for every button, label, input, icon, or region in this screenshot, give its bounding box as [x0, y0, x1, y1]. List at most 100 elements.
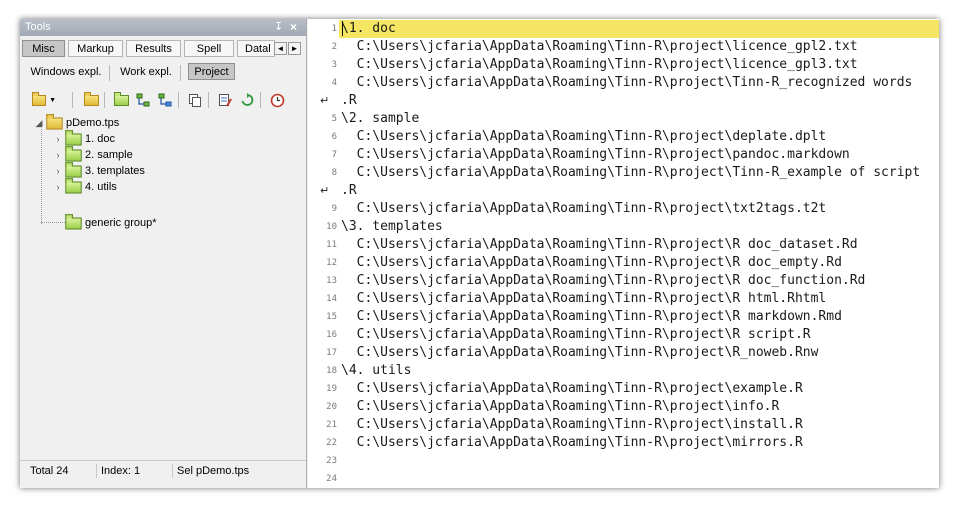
- collapse-icon[interactable]: ◢: [34, 118, 44, 129]
- code-line[interactable]: \2. sample: [341, 110, 419, 128]
- line-number: 13: [326, 276, 337, 286]
- tree-root[interactable]: ◢ pDemo.tps: [34, 113, 120, 131]
- line-number: 21: [326, 420, 337, 430]
- remove-group-icon[interactable]: [156, 91, 174, 109]
- project-tree: ◢ pDemo.tps › 1. doc › 2. sample › 3. te…: [20, 113, 306, 461]
- line-number: 9: [331, 204, 337, 214]
- expand-icon[interactable]: ›: [53, 150, 63, 160]
- tree-item-label: 3. templates: [85, 165, 145, 177]
- tab-scroll-right-icon[interactable]: ►: [288, 42, 301, 55]
- tab-spell[interactable]: Spell: [184, 40, 234, 57]
- status-total: Total 24: [30, 465, 69, 477]
- folder-icon: [46, 113, 63, 130]
- line-number-gutter: 1 2 3 4 ↵ 5 6 7 8 ↵ 9 10 11 12 13 14 15 16 17 18 19 20 21 22 23 2…: [308, 19, 339, 488]
- line-number: 8: [331, 168, 337, 178]
- tree-item-label: 4. utils: [85, 181, 117, 193]
- folder-icon[interactable]: [82, 91, 100, 109]
- code-line[interactable]: .R: [341, 92, 357, 110]
- tab-windows-explorer[interactable]: Windows expl.: [26, 63, 106, 80]
- divider: [180, 65, 181, 81]
- group-folder-icon: [65, 213, 82, 230]
- expand-icon[interactable]: ›: [53, 134, 63, 144]
- add-group-icon[interactable]: [134, 91, 152, 109]
- code-editor[interactable]: 1 2 3 4 ↵ 5 6 7 8 ↵ 9 10 11 12 13 14 15 16 17 18 19 20 21 22 23 2…: [308, 19, 939, 488]
- line-number: 17: [326, 348, 337, 358]
- divider: [72, 92, 73, 108]
- code-line[interactable]: C:\Users\jcfaria\AppData\Roaming\Tinn-R\…: [341, 416, 803, 434]
- code-line[interactable]: C:\Users\jcfaria\AppData\Roaming\Tinn-R\…: [341, 200, 827, 218]
- tree-item-sample[interactable]: › 2. sample: [53, 145, 133, 163]
- line-number: 14: [326, 294, 337, 304]
- tab-data[interactable]: Datal: [237, 40, 275, 57]
- tools-tabs: Misc Markup Results Spell Datal ◄ ►: [20, 38, 306, 60]
- misc-subtabs: Windows expl. Work expl. Project: [20, 61, 306, 83]
- tab-project[interactable]: Project: [188, 63, 235, 80]
- code-line[interactable]: C:\Users\jcfaria\AppData\Roaming\Tinn-R\…: [341, 326, 811, 344]
- tools-statusbar: Total 24 Index: 1 Sel pDemo.tps: [20, 460, 306, 481]
- code-line[interactable]: .R: [341, 182, 357, 200]
- tree-item-utils[interactable]: › 4. utils: [53, 177, 117, 195]
- tree-item-templates[interactable]: › 3. templates: [53, 161, 145, 179]
- current-line-highlight: [339, 20, 939, 38]
- code-line[interactable]: C:\Users\jcfaria\AppData\Roaming\Tinn-R\…: [341, 434, 803, 452]
- code-line[interactable]: \4. utils: [341, 362, 411, 380]
- code-line[interactable]: C:\Users\jcfaria\AppData\Roaming\Tinn-R\…: [341, 380, 803, 398]
- divider: [109, 65, 110, 81]
- expand-icon[interactable]: ›: [53, 182, 63, 192]
- divider: [208, 92, 209, 108]
- tab-results[interactable]: Results: [126, 40, 181, 57]
- tab-markup[interactable]: Markup: [68, 40, 123, 57]
- group-folder-icon: [65, 161, 82, 178]
- line-number: 4: [331, 78, 337, 88]
- line-number: 15: [326, 312, 337, 322]
- code-line[interactable]: \1. doc: [341, 20, 396, 38]
- tools-titlebar: Tools ↧ ×: [20, 19, 306, 36]
- code-line[interactable]: C:\Users\jcfaria\AppData\Roaming\Tinn-R\…: [341, 74, 913, 92]
- pin-icon[interactable]: ↧: [274, 20, 283, 33]
- line-number: 7: [331, 150, 337, 160]
- tools-title: Tools: [25, 21, 51, 33]
- tools-panel: Tools ↧ × Misc Markup Results Spell Data…: [20, 19, 307, 488]
- tree-item-label: 2. sample: [85, 149, 133, 161]
- code-line[interactable]: C:\Users\jcfaria\AppData\Roaming\Tinn-R\…: [341, 290, 827, 308]
- code-line[interactable]: C:\Users\jcfaria\AppData\Roaming\Tinn-R\…: [341, 38, 858, 56]
- tree-item-doc[interactable]: › 1. doc: [53, 129, 115, 147]
- code-line[interactable]: C:\Users\jcfaria\AppData\Roaming\Tinn-R\…: [341, 344, 819, 362]
- code-line[interactable]: \3. templates: [341, 218, 443, 236]
- code-line[interactable]: C:\Users\jcfaria\AppData\Roaming\Tinn-R\…: [341, 308, 842, 326]
- code-line[interactable]: C:\Users\jcfaria\AppData\Roaming\Tinn-R\…: [341, 146, 850, 164]
- tree-root-label: pDemo.tps: [66, 117, 120, 129]
- edit-icon[interactable]: [216, 91, 234, 109]
- line-number: 19: [326, 384, 337, 394]
- line-number: 24: [326, 474, 337, 484]
- open-project-icon[interactable]: ▼: [32, 91, 56, 109]
- tab-work-explorer[interactable]: Work expl.: [116, 63, 176, 80]
- line-number: 1: [331, 24, 337, 34]
- wrap-marker-icon: ↵: [320, 184, 330, 197]
- code-line[interactable]: C:\Users\jcfaria\AppData\Roaming\Tinn-R\…: [341, 164, 921, 182]
- close-icon[interactable]: ×: [290, 20, 297, 34]
- copy-icon[interactable]: [186, 91, 204, 109]
- refresh-icon[interactable]: [238, 91, 256, 109]
- tab-misc[interactable]: Misc: [22, 40, 65, 57]
- history-icon[interactable]: [268, 91, 286, 109]
- status-selection: Sel pDemo.tps: [172, 464, 297, 478]
- new-folder-icon[interactable]: [112, 91, 130, 109]
- tree-item-label: generic group*: [85, 217, 157, 229]
- line-number: 11: [326, 240, 337, 250]
- tab-scroll-left-icon[interactable]: ◄: [274, 42, 287, 55]
- code-line[interactable]: C:\Users\jcfaria\AppData\Roaming\Tinn-R\…: [341, 272, 866, 290]
- wrap-marker-icon: ↵: [320, 94, 330, 107]
- code-line[interactable]: C:\Users\jcfaria\AppData\Roaming\Tinn-R\…: [341, 254, 842, 272]
- divider: [178, 92, 179, 108]
- code-line[interactable]: C:\Users\jcfaria\AppData\Roaming\Tinn-R\…: [341, 236, 858, 254]
- expand-icon[interactable]: ›: [53, 166, 63, 176]
- line-number: 18: [326, 366, 337, 376]
- line-number: 12: [326, 258, 337, 268]
- code-line[interactable]: C:\Users\jcfaria\AppData\Roaming\Tinn-R\…: [341, 56, 858, 74]
- group-folder-icon: [65, 129, 82, 146]
- code-line[interactable]: C:\Users\jcfaria\AppData\Roaming\Tinn-R\…: [341, 398, 780, 416]
- tree-item-label: 1. doc: [85, 133, 115, 145]
- code-line[interactable]: C:\Users\jcfaria\AppData\Roaming\Tinn-R\…: [341, 128, 827, 146]
- tree-item-generic-group[interactable]: generic group*: [65, 213, 157, 231]
